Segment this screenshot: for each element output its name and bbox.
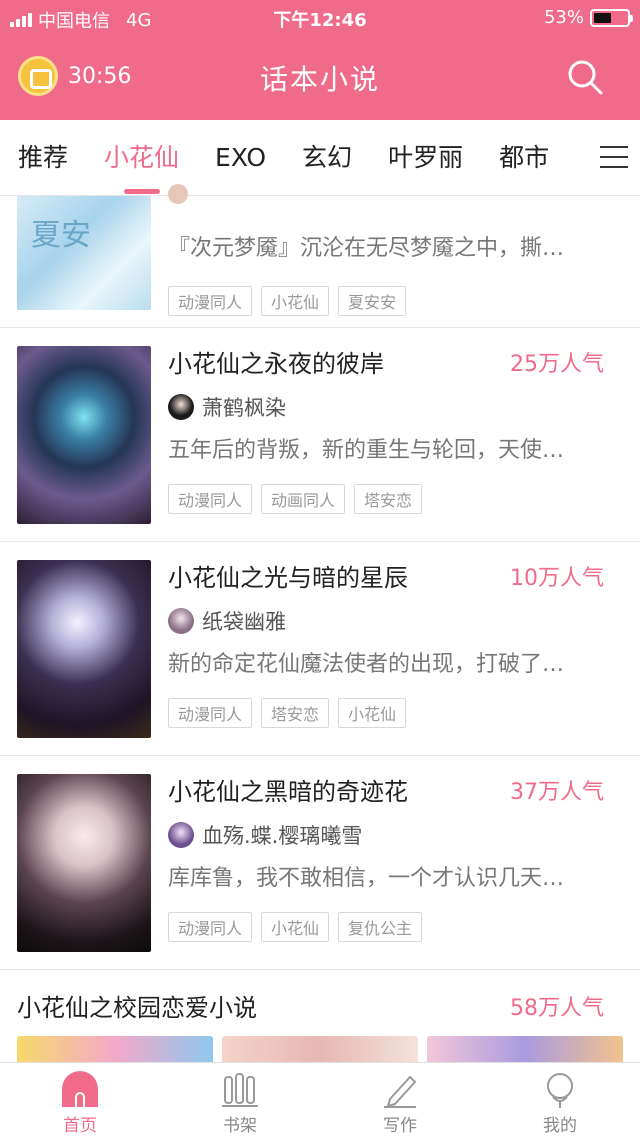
thumbnail[interactable]: [222, 1036, 418, 1062]
book-desc: 新的命定花仙魔法使者的出现，打破了…: [168, 652, 565, 677]
list-item[interactable]: 小花仙之黑暗的奇迹花 37万人气 血殇.蝶.樱璃曦雪 库库鲁，我不敢相信，一个才…: [0, 756, 640, 970]
tag[interactable]: 动漫同人: [168, 286, 253, 316]
thumbnail[interactable]: [17, 1036, 213, 1062]
tag-list: 动漫同人 小花仙 复仇公主: [168, 912, 423, 942]
thumbnail[interactable]: [427, 1036, 623, 1062]
tag[interactable]: 塔安恋: [261, 698, 330, 728]
collection-section[interactable]: 小花仙之校园恋爱小说 58万人气: [0, 972, 640, 1062]
book-cover: [17, 774, 151, 952]
tag-list: 动漫同人 小花仙 夏安安: [168, 286, 407, 316]
list-item[interactable]: 小花仙之光与暗的星辰 10万人气 纸袋幽雅 新的命定花仙魔法使者的出现，打破了……: [0, 542, 640, 756]
nav-label: 写作: [383, 1116, 417, 1136]
tab-urban[interactable]: 都市: [499, 120, 549, 196]
tag-list: 动漫同人 塔安恋 小花仙: [168, 698, 407, 728]
tag[interactable]: 动漫同人: [168, 912, 253, 942]
nav-write[interactable]: 写作: [320, 1063, 480, 1139]
book-title: 小花仙之光与暗的星辰: [168, 564, 408, 592]
pen-icon: [384, 1076, 416, 1108]
book-desc: 库库鲁，我不敢相信，一个才认识几天…: [168, 866, 565, 891]
tab-fantasy[interactable]: 玄幻: [302, 120, 352, 196]
book-title: 小花仙之黑暗的奇迹花: [168, 778, 408, 806]
tab-exo[interactable]: EXO: [215, 120, 266, 196]
popularity: 25万人气: [510, 352, 604, 377]
battery-icon: [590, 8, 633, 27]
avatar: [168, 608, 194, 634]
list-item[interactable]: 小花仙之永夜的彼岸 25万人气 萧鹤枫染 五年后的背叛，新的重生与轮回，天使… …: [0, 328, 640, 542]
bottom-nav: 首页 书架 写作 我的: [0, 1062, 640, 1139]
author-row: 萧鹤枫染: [168, 392, 286, 422]
tag[interactable]: 小花仙: [338, 698, 407, 728]
book-title: 小花仙之永夜的彼岸: [168, 350, 384, 378]
tag[interactable]: 夏安安: [338, 286, 407, 316]
book-cover: [17, 346, 151, 524]
book-cover: 夏安: [17, 196, 151, 310]
author-name[interactable]: 纸袋幽雅: [202, 606, 286, 636]
tag[interactable]: 复仇公主: [338, 912, 423, 942]
menu-icon[interactable]: [600, 146, 628, 170]
app-title: 话本小说: [259, 63, 380, 96]
home-icon: [62, 1071, 98, 1107]
section-popularity: 58万人气: [510, 996, 604, 1021]
nav-label: 首页: [63, 1116, 97, 1136]
cover-lettering: 夏安: [31, 218, 91, 253]
thumbnail-row: [17, 1036, 623, 1062]
avatar: [168, 822, 194, 848]
nav-label: 我的: [543, 1116, 577, 1136]
battery-percent: 53%: [543, 7, 584, 28]
popularity: 10万人气: [510, 566, 604, 591]
author-name[interactable]: 萧鹤枫染: [202, 392, 286, 422]
author-row: 血殇.蝶.樱璃曦雪: [168, 820, 362, 850]
list-item[interactable]: 夏安 『次元梦魇』沉沦在无尽梦魇之中，撕… 动漫同人 小花仙 夏安安: [0, 184, 640, 328]
nav-profile[interactable]: 我的: [480, 1063, 640, 1139]
search-icon[interactable]: [566, 58, 604, 96]
book-desc: 五年后的背叛，新的重生与轮回，天使…: [168, 438, 565, 463]
avatar: [168, 394, 194, 420]
avatar: [168, 184, 188, 204]
category-tabs: 推荐 小花仙 EXO 玄幻 叶罗丽 都市: [0, 120, 640, 196]
nav-home[interactable]: 首页: [0, 1063, 160, 1139]
tab-recommend[interactable]: 推荐: [18, 120, 68, 196]
app-header: 30:56 话本小说: [0, 36, 640, 120]
author-name[interactable]: 血殇.蝶.樱璃曦雪: [202, 820, 362, 850]
status-bar: 中国电信 4G 下午12:46 53%: [0, 0, 640, 36]
tag[interactable]: 塔安恋: [354, 484, 423, 514]
bookshelf-icon: [222, 1073, 258, 1107]
tag[interactable]: 动漫同人: [168, 484, 253, 514]
tag[interactable]: 动画同人: [261, 484, 346, 514]
tag-list: 动漫同人 动画同人 塔安恋: [168, 484, 423, 514]
profile-icon: [547, 1073, 573, 1108]
book-desc: 『次元梦魇』沉沦在无尽梦魇之中，撕…: [168, 236, 565, 261]
author-row: 纸袋幽雅: [168, 606, 286, 636]
nav-bookshelf[interactable]: 书架: [160, 1063, 320, 1139]
book-list: 夏安 『次元梦魇』沉沦在无尽梦魇之中，撕… 动漫同人 小花仙 夏安安 小花仙之永…: [0, 184, 640, 970]
section-title: 小花仙之校园恋爱小说: [17, 994, 257, 1022]
popularity: 37万人气: [510, 780, 604, 805]
tag[interactable]: 小花仙: [261, 912, 330, 942]
author-row: [168, 184, 188, 204]
book-cover: [17, 560, 151, 738]
tab-yeluoli[interactable]: 叶罗丽: [388, 120, 463, 196]
nav-label: 书架: [223, 1116, 257, 1136]
tag[interactable]: 动漫同人: [168, 698, 253, 728]
tag[interactable]: 小花仙: [261, 286, 330, 316]
top-bar: 中国电信 4G 下午12:46 53% 30:56 话本小说: [0, 0, 640, 120]
